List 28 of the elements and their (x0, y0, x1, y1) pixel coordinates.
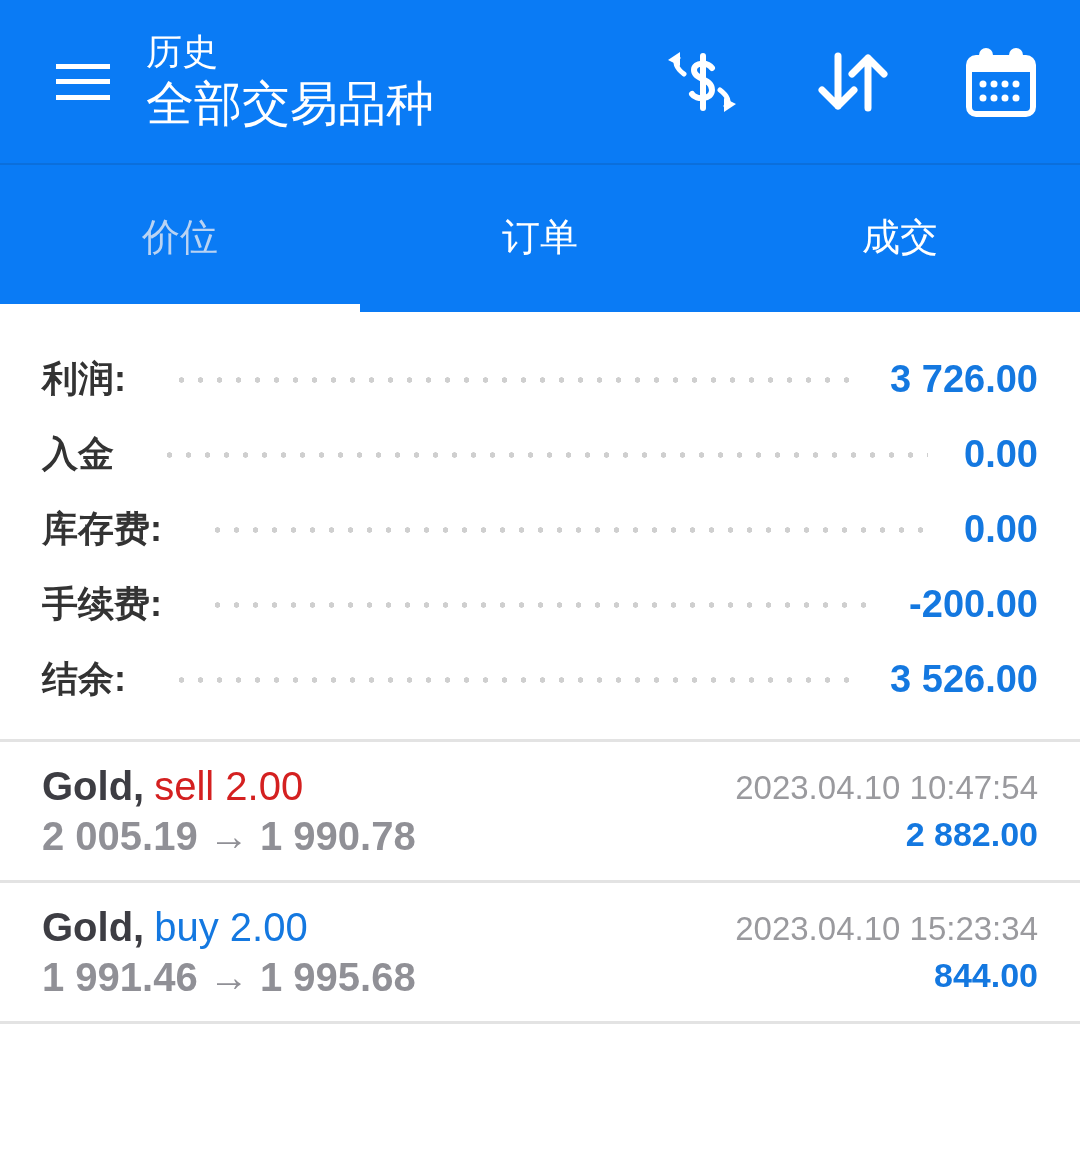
summary-value: 3 726.00 (890, 358, 1038, 401)
trade-profit: 2 882.00 (905, 814, 1038, 854)
header-title[interactable]: 全部交易品种 (146, 73, 434, 134)
summary-label: 入金 (42, 432, 114, 476)
trade-symbol: Gold, (42, 763, 145, 810)
tab[interactable]: 成交 (720, 165, 1080, 312)
calendar-icon[interactable] (966, 45, 1036, 118)
summary-label: 结余: (42, 657, 126, 701)
summary-value: 3 526.00 (890, 658, 1038, 701)
trade-symbol: Gold, (42, 904, 145, 951)
summary-value: 0.00 (964, 433, 1038, 476)
trade-time: 2023.04.10 10:47:54 (735, 768, 1038, 807)
trade-type: buy 2.00 (154, 904, 308, 951)
trade-prices: 2 005.19 → 1 990.78 (42, 813, 416, 860)
summary-label: 手续费: (42, 582, 162, 626)
menu-icon[interactable] (56, 63, 110, 100)
trade-prices: 1 991.46 → 1 995.68 (42, 954, 416, 1001)
summary-value: -200.00 (909, 583, 1038, 626)
sort-icon[interactable] (818, 51, 888, 112)
trade-time: 2023.04.10 15:23:34 (735, 909, 1038, 948)
summary-label: 利润: (42, 357, 126, 401)
tab[interactable]: 价位 (0, 165, 360, 312)
summary-label: 库存费: (42, 507, 162, 551)
trade-profit: 844.00 (934, 955, 1038, 995)
trade-type: sell 2.00 (154, 763, 304, 810)
header-subtitle: 历史 (146, 29, 219, 74)
tab[interactable]: 订单 (360, 165, 720, 312)
summary-value: 0.00 (964, 508, 1038, 551)
